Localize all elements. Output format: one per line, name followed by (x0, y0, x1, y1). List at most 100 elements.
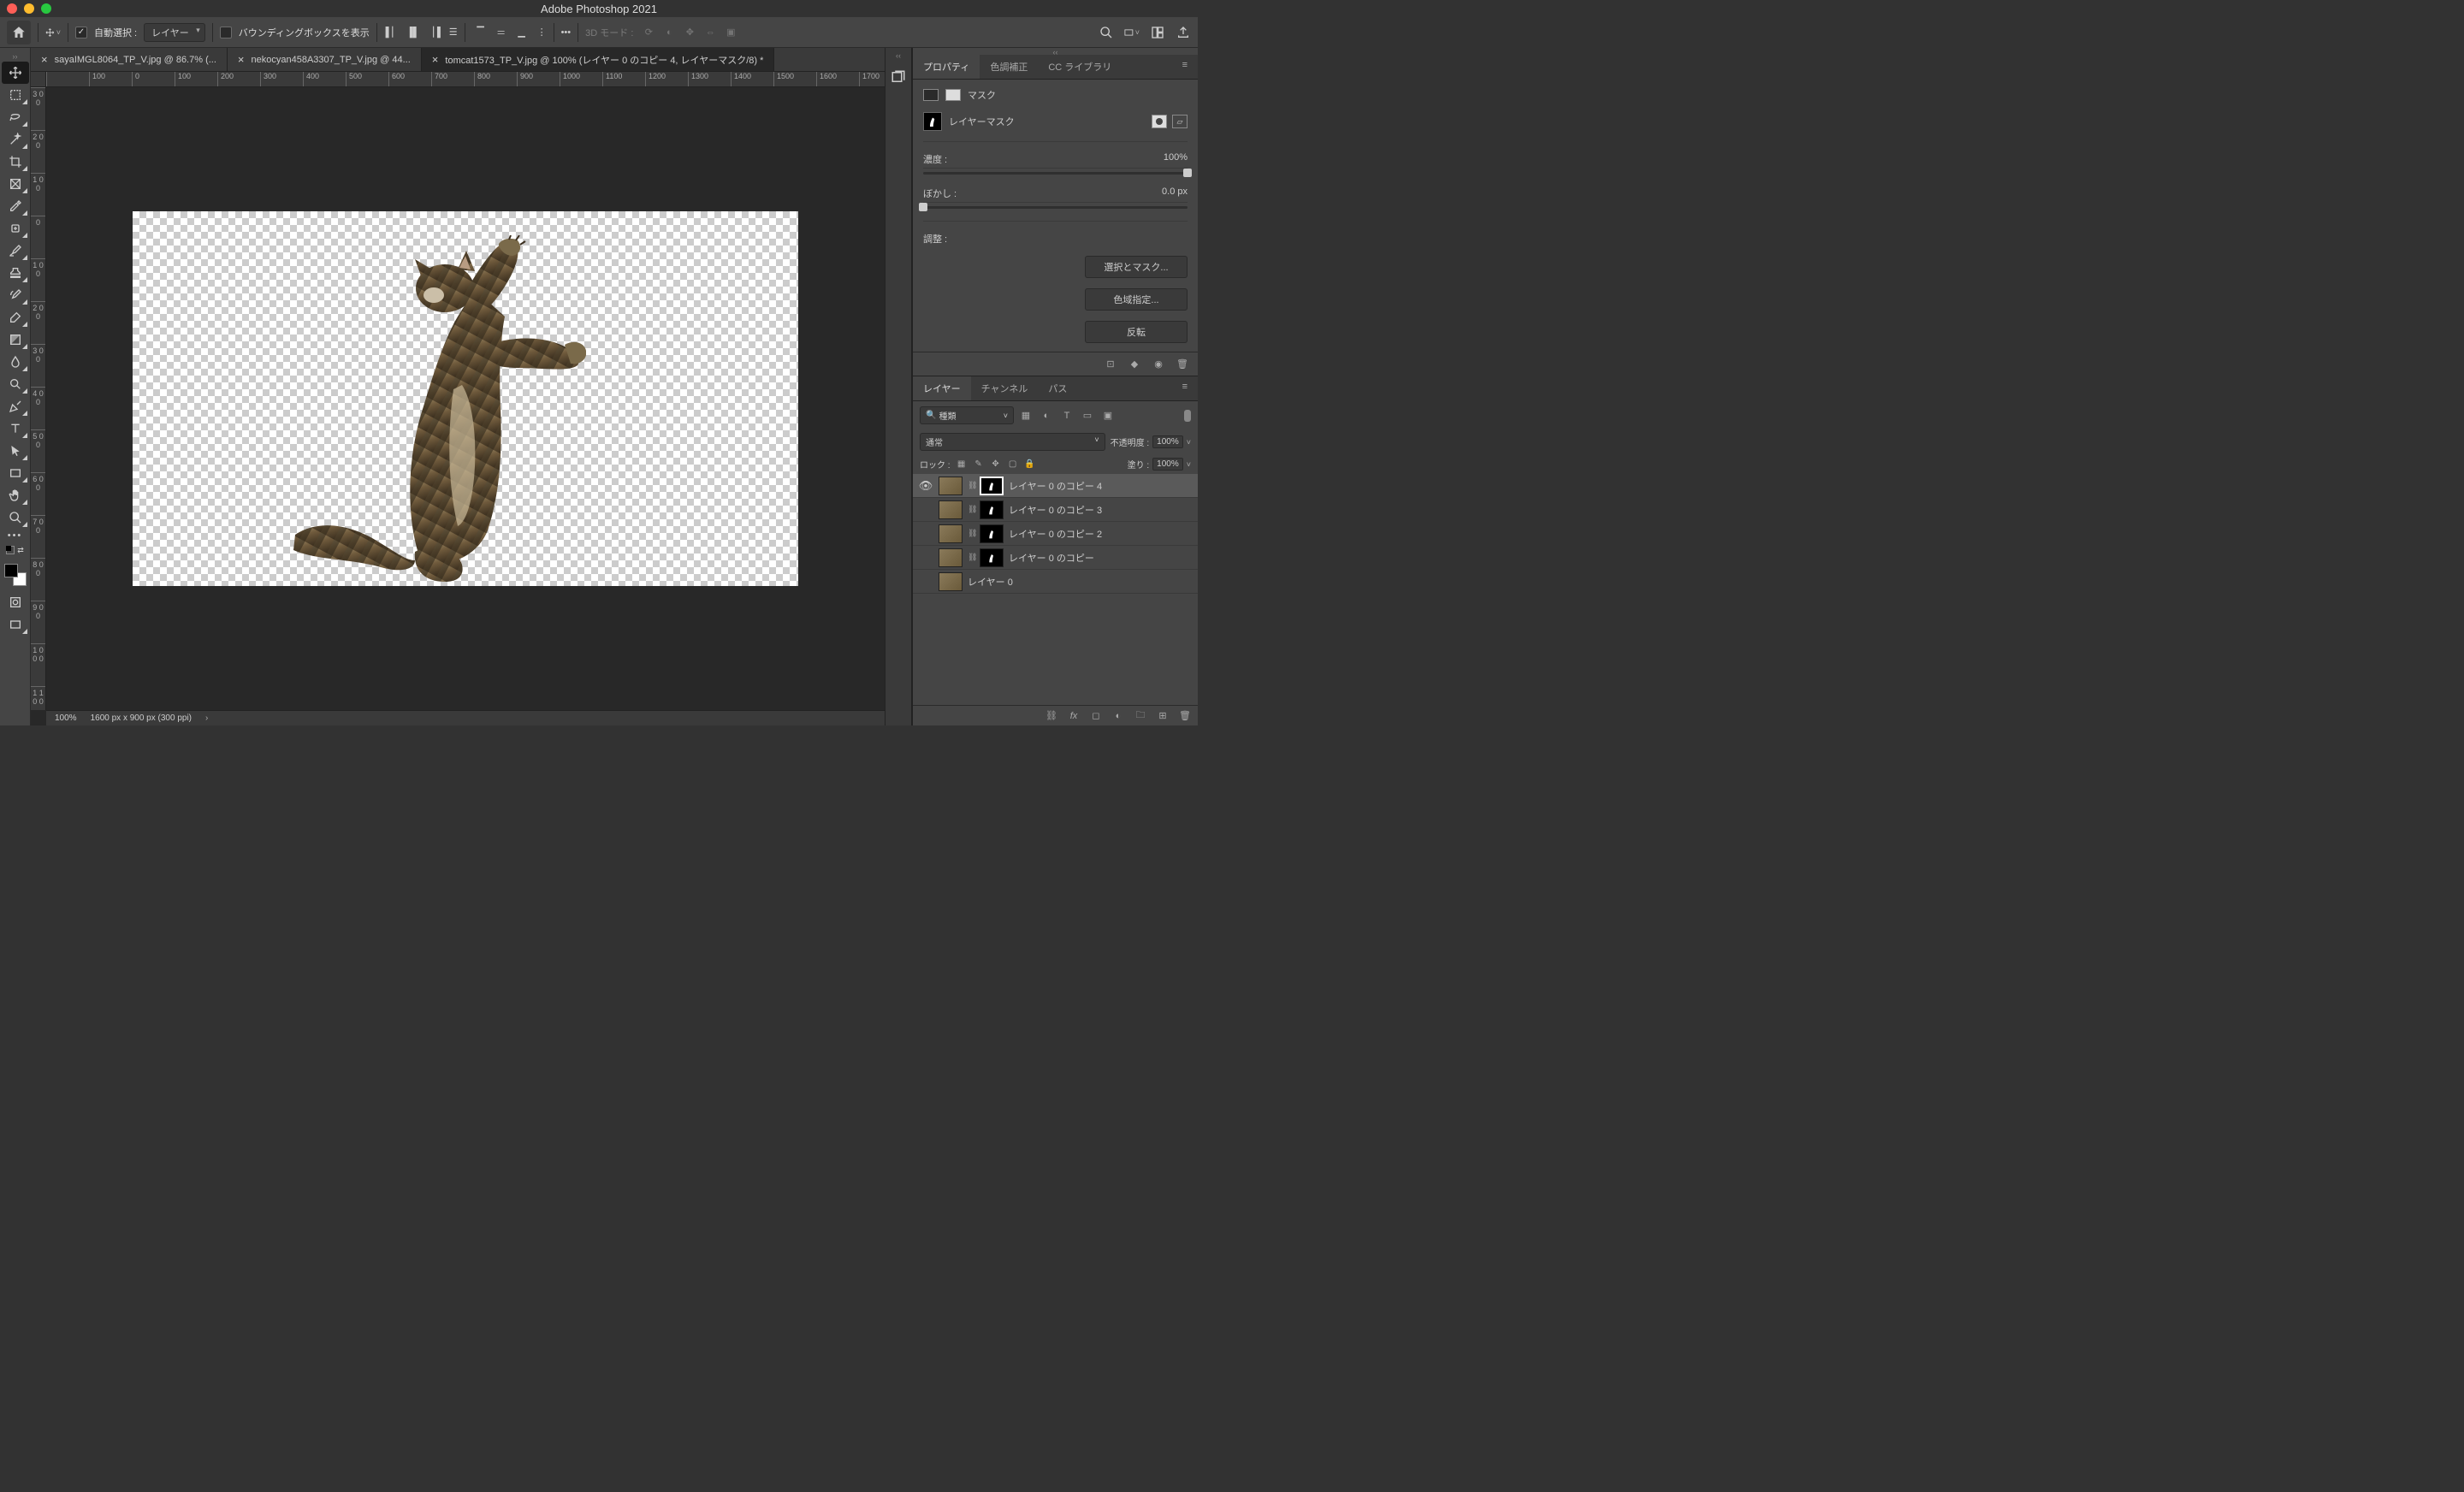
foreground-color[interactable] (4, 564, 18, 577)
layer-visibility-icon[interactable]: 👁 (918, 479, 933, 493)
eraser-tool[interactable] (2, 306, 29, 329)
align-bottom-icon[interactable]: ▁ (513, 24, 530, 41)
layer-item[interactable]: レイヤー 0 (913, 570, 1198, 594)
search-icon[interactable] (1099, 25, 1114, 40)
document-tab[interactable]: ×tomcat1573_TP_V.jpg @ 100% (レイヤー 0 のコピー… (422, 48, 775, 71)
align-left-icon[interactable]: ▌▏ (384, 24, 401, 41)
workspace-icon[interactable] (1150, 25, 1165, 40)
align-middle-icon[interactable]: ＝ (493, 24, 510, 41)
clone-stamp-tool[interactable] (2, 262, 29, 284)
invert-button[interactable]: 反転 (1085, 321, 1188, 343)
quick-mask-icon[interactable] (2, 591, 29, 613)
pen-tool[interactable] (2, 395, 29, 417)
screen-mode-icon[interactable]: ˅ (1124, 25, 1140, 40)
auto-select-target-select[interactable]: レイヤー (144, 23, 205, 42)
gradient-tool[interactable] (2, 329, 29, 351)
mask-thumbnail[interactable] (980, 548, 1004, 567)
path-select-tool[interactable] (2, 440, 29, 462)
screen-mode-tool[interactable] (2, 613, 29, 636)
layer-name[interactable]: レイヤー 0 のコピー (1009, 551, 1094, 565)
ruler-horizontal[interactable]: 1000100200300400500600700800900100011001… (46, 72, 885, 87)
close-tab-icon[interactable]: × (238, 53, 245, 66)
filter-pixel-icon[interactable]: ▦ (1019, 409, 1033, 423)
swap-colors-icon[interactable]: ⇄ (17, 546, 24, 555)
mask-link-icon[interactable]: ⛓ (968, 553, 974, 562)
disable-mask-icon[interactable]: ◉ (1152, 358, 1165, 371)
mask-link-icon[interactable]: ⛓ (968, 505, 974, 514)
layer-item[interactable]: ⛓レイヤー 0 のコピー 3 (913, 498, 1198, 522)
layer-item[interactable]: 👁 ⛓ レイヤー 0 のコピー 4 (913, 474, 1198, 498)
add-mask-icon[interactable]: ◻ (1090, 710, 1102, 722)
filter-toggle-icon[interactable] (1184, 410, 1191, 422)
frame-tool[interactable] (2, 173, 29, 195)
color-swatches[interactable] (4, 564, 27, 586)
layer-name[interactable]: レイヤー 0 のコピー 4 (1009, 479, 1102, 493)
filter-shape-icon[interactable]: ▭ (1081, 409, 1094, 423)
link-layers-icon[interactable]: ⛓ (1045, 710, 1057, 722)
filter-type-icon[interactable]: T (1060, 409, 1074, 423)
magic-wand-tool[interactable] (2, 128, 29, 151)
filter-smart-icon[interactable]: ▣ (1101, 409, 1115, 423)
delete-layer-icon[interactable]: 🗑 (1179, 710, 1191, 722)
more-options-icon[interactable]: ••• (561, 27, 572, 38)
layer-thumbnail[interactable] (939, 524, 962, 543)
lock-artboard-icon[interactable]: ▢ (1007, 459, 1019, 471)
close-tab-icon[interactable]: × (41, 53, 48, 66)
window-zoom-button[interactable] (41, 3, 51, 14)
mask-link-icon[interactable]: ⛓ (968, 481, 974, 490)
layer-thumbnail[interactable] (939, 572, 962, 591)
blur-tool[interactable] (2, 351, 29, 373)
align-right-icon[interactable]: ▕▐ (425, 24, 442, 41)
marquee-tool[interactable] (2, 84, 29, 106)
document-tab[interactable]: ×nekocyan458A3307_TP_V.jpg @ 44... (228, 48, 422, 71)
type-tool[interactable] (2, 417, 29, 440)
add-vector-mask-icon[interactable]: ▱ (1172, 115, 1188, 128)
new-adjustment-icon[interactable]: ◐ (1112, 710, 1124, 722)
feather-slider[interactable] (923, 202, 1188, 210)
blend-mode-select[interactable]: 通常˅ (920, 433, 1105, 451)
layer-thumbnail[interactable] (939, 548, 962, 567)
lock-all-icon[interactable]: 🔒 (1024, 459, 1036, 471)
mask-thumbnail[interactable] (980, 524, 1004, 543)
filter-adjustment-icon[interactable]: ◐ (1040, 409, 1053, 423)
mask-thumbnail[interactable] (980, 477, 1004, 495)
layer-thumbnail[interactable] (939, 500, 962, 519)
density-value[interactable]: 100% (1164, 152, 1188, 166)
vector-mask-icon[interactable] (945, 89, 961, 101)
close-tab-icon[interactable]: × (432, 53, 439, 66)
document-tab[interactable]: ×sayaIMGL8064_TP_V.jpg @ 86.7% (... (31, 48, 228, 71)
new-group-icon[interactable]: 🗀 (1134, 710, 1146, 722)
layer-filter-kind-select[interactable]: 🔍種類˅ (920, 406, 1014, 424)
auto-select-checkbox[interactable] (75, 27, 87, 38)
dodge-tool[interactable] (2, 373, 29, 395)
home-button[interactable] (7, 21, 31, 44)
status-more-icon[interactable]: › (205, 713, 208, 723)
ruler-vertical[interactable]: 3 0 02 0 01 0 001 0 02 0 03 0 04 0 05 0 … (31, 87, 46, 710)
layer-thumbnail[interactable] (939, 477, 962, 495)
brush-tool[interactable] (2, 240, 29, 262)
tab-channels[interactable]: チャンネル (971, 376, 1039, 400)
select-and-mask-button[interactable]: 選択とマスク... (1085, 256, 1188, 278)
eyedropper-tool[interactable] (2, 195, 29, 217)
move-tool[interactable] (2, 62, 29, 84)
default-colors-icon[interactable] (6, 546, 15, 554)
fill-value[interactable]: 100% (1152, 458, 1183, 471)
bounding-box-checkbox[interactable] (220, 27, 232, 38)
history-brush-tool[interactable] (2, 284, 29, 306)
opacity-value[interactable]: 100% (1152, 435, 1183, 448)
zoom-level[interactable]: 100% (55, 713, 77, 723)
layer-fx-icon[interactable]: fx (1068, 710, 1080, 722)
align-center-h-icon[interactable]: ▐▌ (405, 24, 422, 41)
feather-value[interactable]: 0.0 px (1162, 186, 1188, 200)
history-panel-icon[interactable] (890, 68, 907, 86)
mask-link-icon[interactable]: ⛓ (968, 529, 974, 538)
pixel-mask-icon[interactable] (923, 89, 939, 101)
tab-properties[interactable]: プロパティ (913, 55, 980, 79)
ruler-origin[interactable] (31, 72, 46, 87)
layer-item[interactable]: ⛓レイヤー 0 のコピー 2 (913, 522, 1198, 546)
crop-tool[interactable] (2, 151, 29, 173)
lock-transparency-icon[interactable]: ▦ (956, 459, 968, 471)
rectangle-tool[interactable] (2, 462, 29, 484)
select-pixel-mask-icon[interactable] (1152, 115, 1167, 128)
align-top-icon[interactable]: ▔ (472, 24, 489, 41)
